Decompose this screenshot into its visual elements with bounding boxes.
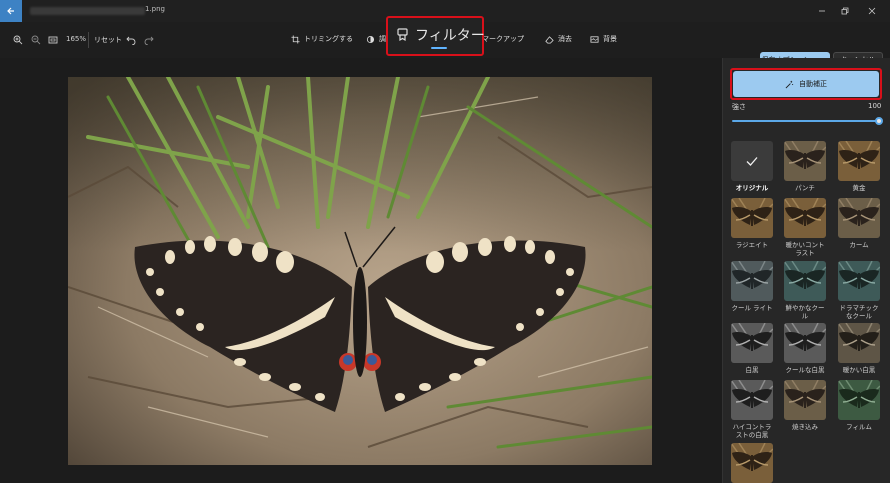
filter-thumbnail	[784, 141, 826, 181]
close-icon	[868, 7, 876, 15]
filter-thumbnail	[838, 261, 880, 301]
filter-option-label: クールな白黒	[785, 366, 825, 374]
file-name: 1.png	[145, 5, 166, 13]
zoom-out-button[interactable]	[30, 34, 42, 46]
filter-option-label: カーム	[849, 241, 869, 249]
filter-thumbnail	[838, 380, 880, 420]
filter-option[interactable]: 白黒	[731, 323, 773, 374]
auto-enhance-button[interactable]: 自動補正	[733, 71, 879, 97]
tab-adjust[interactable]: 調	[366, 34, 386, 44]
undo-icon	[126, 36, 136, 45]
checkmark-icon	[731, 141, 773, 181]
reset-button[interactable]: リセット	[94, 35, 122, 45]
tab-filter[interactable]: フィルター	[396, 25, 485, 45]
filter-option[interactable]: パンチ	[784, 141, 826, 192]
background-icon	[590, 35, 599, 43]
butterfly-photo[interactable]	[68, 77, 652, 465]
back-button[interactable]	[0, 0, 22, 22]
zoom-in-icon	[13, 35, 23, 45]
filter-option-label: 黄金	[852, 184, 866, 192]
auto-enhance-label: 自動補正	[799, 80, 827, 88]
filter-option[interactable]: オリジナル	[731, 141, 773, 192]
adjust-icon	[366, 35, 375, 43]
tab-adjust-label: 調	[379, 35, 386, 43]
tab-background[interactable]: 背景	[590, 34, 617, 44]
filter-option[interactable]: 焼き込み	[784, 380, 826, 431]
filter-option[interactable]: フィルム	[838, 380, 880, 431]
filter-option-label: ハイコントラストの白黒	[732, 423, 772, 439]
image-canvas	[0, 58, 722, 483]
restore-icon	[841, 7, 849, 15]
zoom-out-icon	[31, 35, 41, 45]
fit-window-icon	[48, 36, 58, 44]
filter-option[interactable]: ラジエイト	[731, 198, 773, 249]
erase-icon	[545, 35, 554, 44]
crop-icon	[291, 34, 300, 44]
filter-option[interactable]: クールな白黒	[784, 323, 826, 374]
redo-button[interactable]	[143, 34, 155, 46]
filter-option[interactable]: 暖かいコントラスト	[784, 198, 826, 257]
filter-option[interactable]: 暖かい白黒	[838, 323, 880, 374]
filter-thumbnail	[731, 198, 773, 238]
close-button[interactable]	[861, 0, 883, 22]
zoom-level: 165%	[66, 35, 87, 43]
strength-value: 100	[868, 102, 882, 110]
filter-thumbnail	[838, 323, 880, 363]
filter-thumbnail	[784, 261, 826, 301]
filter-option-label: 鮮やかなクール	[785, 304, 825, 320]
filter-option-label: 白黒	[745, 366, 759, 374]
filter-option-label: 暖かい白黒	[842, 366, 876, 374]
filter-option[interactable]: カーム	[838, 198, 880, 249]
filter-option-label: 焼き込み	[792, 423, 818, 431]
filter-option-label: フィルム	[846, 423, 872, 431]
undo-button[interactable]	[125, 34, 137, 46]
filter-option[interactable]: ドラマチックなクール	[838, 261, 880, 320]
filter-thumbnail	[838, 141, 880, 181]
filter-thumbnail	[784, 380, 826, 420]
strength-slider-track[interactable]	[732, 120, 878, 122]
tab-erase[interactable]: 消去	[545, 34, 572, 44]
zoom-in-button[interactable]	[12, 34, 24, 46]
minimize-button[interactable]	[811, 0, 833, 22]
tab-erase-label: 消去	[558, 35, 572, 43]
tab-crop[interactable]: トリミングする	[291, 34, 353, 44]
tab-markup-label: マークアップ	[482, 35, 524, 43]
filter-option[interactable]	[731, 443, 773, 483]
strength-label: 強さ	[732, 103, 746, 111]
filter-option-label: ドラマチックなクール	[839, 304, 879, 320]
filter-option[interactable]: 黄金	[838, 141, 880, 192]
filter-option[interactable]: 鮮やかなクール	[784, 261, 826, 320]
filter-icon	[397, 27, 408, 41]
restore-button[interactable]	[834, 0, 856, 22]
back-arrow-icon	[7, 7, 14, 15]
filter-option[interactable]: ハイコントラストの白黒	[731, 380, 773, 439]
fit-to-window-button[interactable]	[47, 34, 59, 46]
filter-thumbnail	[784, 198, 826, 238]
toolbar-divider	[88, 32, 89, 48]
filter-thumbnail	[731, 443, 773, 483]
tab-filter-label: フィルター	[415, 28, 485, 44]
minimize-icon	[819, 10, 825, 12]
tab-markup[interactable]: マークアップ	[482, 34, 524, 44]
magic-wand-icon	[785, 80, 794, 88]
filter-option-label: パンチ	[795, 184, 815, 192]
filter-option-label: ラジエイト	[735, 241, 769, 249]
filter-thumbnail	[731, 380, 773, 420]
active-tab-indicator	[431, 47, 447, 49]
filter-option-label: 暖かいコントラスト	[785, 241, 825, 257]
filter-option[interactable]: クール ライト	[731, 261, 773, 312]
filter-option-label: クール ライト	[731, 304, 773, 312]
tab-background-label: 背景	[603, 35, 617, 43]
filename-redacted	[30, 7, 145, 15]
filter-thumbnail	[731, 323, 773, 363]
strength-slider-thumb[interactable]	[875, 117, 883, 125]
filter-thumbnail	[784, 323, 826, 363]
redo-icon	[144, 36, 154, 45]
filter-option-label: オリジナル	[735, 184, 769, 192]
tab-crop-label: トリミングする	[304, 35, 353, 43]
filter-thumbnail	[731, 261, 773, 301]
filter-thumbnail	[838, 198, 880, 238]
